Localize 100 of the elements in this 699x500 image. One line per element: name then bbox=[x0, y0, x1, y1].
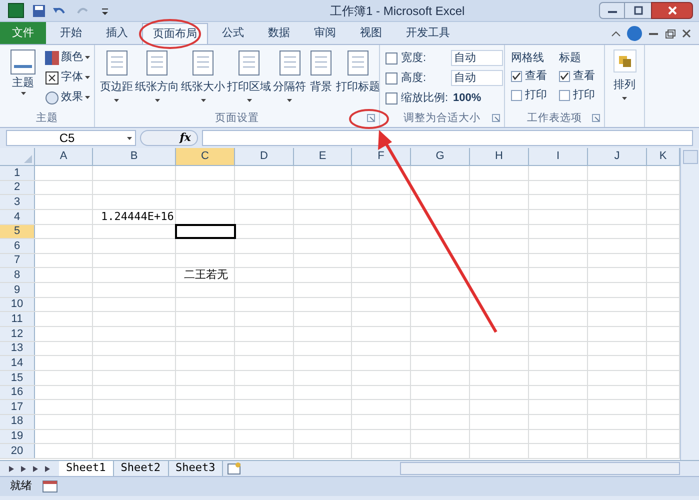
ribbon-tab[interactable]: 插入 bbox=[96, 23, 138, 44]
check-icon bbox=[512, 72, 521, 80]
column-header[interactable]: G bbox=[411, 148, 470, 165]
scale-field[interactable]: 自动 bbox=[451, 70, 503, 86]
column-header[interactable]: I bbox=[529, 148, 588, 165]
option-checkbox[interactable]: 查看 bbox=[559, 68, 595, 84]
option-checkbox[interactable]: 查看 bbox=[511, 68, 547, 84]
dialog-launcher-icon bbox=[367, 114, 375, 122]
row-header[interactable]: 13 bbox=[0, 342, 35, 356]
dialog-launcher-icon bbox=[492, 114, 500, 122]
option-checkbox[interactable]: 打印 bbox=[559, 87, 595, 103]
insert-sheet-icon bbox=[227, 462, 242, 476]
arrange-icon bbox=[612, 49, 636, 73]
name-box[interactable]: C5 bbox=[6, 130, 136, 146]
checkbox[interactable] bbox=[511, 90, 522, 100]
minimize-button[interactable] bbox=[599, 2, 625, 19]
row-header[interactable]: 18 bbox=[0, 414, 35, 429]
close-button[interactable] bbox=[651, 2, 693, 19]
caret-icon bbox=[20, 92, 26, 94]
scale-label: 缩放比例: bbox=[401, 90, 450, 106]
themes-button[interactable]: 主题 bbox=[4, 49, 42, 111]
scale-field[interactable]: 100% bbox=[451, 90, 491, 106]
column-header[interactable]: C bbox=[176, 148, 235, 165]
excel-logo-icon bbox=[8, 3, 24, 18]
cell[interactable]: 1.24444E+16 bbox=[93, 210, 176, 224]
help-icon[interactable] bbox=[627, 26, 642, 41]
ribbon-tab[interactable]: 审阅 bbox=[304, 23, 346, 44]
scale-field[interactable]: 自动 bbox=[451, 50, 503, 66]
row-header[interactable]: 16 bbox=[0, 386, 35, 400]
row-header[interactable]: 10 bbox=[0, 298, 35, 312]
column-header[interactable]: A bbox=[35, 148, 93, 165]
cell-text: 1.24444E+16 bbox=[100, 208, 174, 224]
column-header[interactable]: E bbox=[294, 148, 352, 165]
row-header[interactable]: 14 bbox=[0, 356, 35, 370]
formula-input[interactable] bbox=[202, 130, 693, 146]
option-checkbox[interactable]: 打印 bbox=[511, 87, 547, 103]
select-all-icon bbox=[24, 155, 32, 163]
row-header[interactable]: 1 bbox=[0, 166, 35, 180]
row-header[interactable]: 2 bbox=[0, 180, 35, 194]
customize-icon bbox=[100, 6, 110, 16]
row-header[interactable]: 9 bbox=[0, 283, 35, 297]
checkbox[interactable] bbox=[559, 90, 570, 100]
margins-icon bbox=[104, 49, 130, 77]
page-setup-button[interactable]: 打印标题 bbox=[336, 49, 380, 111]
row-header[interactable]: 7 bbox=[0, 254, 35, 268]
caret-icon bbox=[127, 136, 132, 140]
cell-text: 二王若无 bbox=[183, 267, 228, 284]
row-header[interactable]: 12 bbox=[0, 327, 35, 341]
row-header[interactable]: 17 bbox=[0, 400, 35, 414]
row-header[interactable]: 5 bbox=[0, 224, 35, 238]
row-header[interactable]: 3 bbox=[0, 195, 35, 209]
scale-icon bbox=[385, 92, 398, 104]
checkbox[interactable] bbox=[559, 70, 570, 82]
cell[interactable]: 二王若无 bbox=[176, 268, 235, 282]
scale-icon bbox=[385, 72, 398, 84]
maximize-button[interactable] bbox=[625, 2, 651, 19]
group-label: 调整为合适大小 bbox=[404, 111, 480, 126]
ribbon-tab[interactable]: 数据 bbox=[258, 23, 300, 44]
horizontal-scrollbar[interactable] bbox=[400, 462, 680, 475]
group-label: 工作表选项 bbox=[527, 111, 582, 126]
page-setup-button[interactable]: 打印区域 bbox=[227, 49, 271, 111]
page-setup-button[interactable]: 纸张方向 bbox=[135, 49, 179, 111]
sheet-tab[interactable]: Sheet1 bbox=[59, 461, 114, 476]
ribbon-tab[interactable]: 视图 bbox=[350, 23, 392, 44]
theme-option-button[interactable]: 效果 bbox=[45, 89, 90, 106]
ribbon-tab[interactable]: 公式 bbox=[212, 23, 254, 44]
ribbon-tab[interactable]: 页面布局 bbox=[142, 23, 208, 44]
page-setup-button[interactable]: 页边距 bbox=[100, 49, 133, 111]
caret-icon bbox=[85, 76, 90, 79]
insert-function-button[interactable]: fx bbox=[140, 130, 198, 146]
vertical-scrollbar[interactable] bbox=[680, 148, 699, 460]
row-header[interactable]: 19 bbox=[0, 430, 35, 444]
arrange-button[interactable]: 排列 bbox=[605, 45, 645, 127]
background-icon bbox=[308, 49, 334, 77]
theme-option-button[interactable]: 颜色 bbox=[45, 49, 90, 66]
row-header[interactable]: 8 bbox=[0, 268, 35, 282]
caret-icon bbox=[85, 56, 90, 59]
page-setup-button[interactable]: 分隔符 bbox=[273, 49, 306, 111]
active-cell[interactable] bbox=[176, 224, 235, 238]
ribbon-tab[interactable]: 文件 bbox=[0, 22, 46, 44]
column-header[interactable]: D bbox=[235, 148, 294, 165]
ribbon-tab[interactable]: 开发工具 bbox=[396, 23, 460, 44]
option-heading: 标题 bbox=[559, 51, 582, 65]
check-icon bbox=[560, 72, 569, 80]
column-header[interactable]: H bbox=[470, 148, 529, 165]
page-setup-button[interactable]: 纸张大小 bbox=[181, 49, 225, 111]
theme-option-button[interactable]: 字体 bbox=[45, 69, 90, 86]
row-header[interactable]: 15 bbox=[0, 370, 35, 385]
scale-icon bbox=[385, 52, 398, 64]
row-header[interactable]: 4 bbox=[0, 210, 35, 224]
row-header[interactable]: 11 bbox=[0, 312, 35, 326]
row-header[interactable]: 6 bbox=[0, 239, 35, 253]
sheet-tab[interactable]: Sheet3 bbox=[168, 461, 224, 476]
column-header[interactable]: J bbox=[588, 148, 647, 165]
close-icon bbox=[668, 6, 676, 15]
row-header[interactable]: 20 bbox=[0, 444, 35, 458]
checkbox[interactable] bbox=[511, 70, 522, 82]
sheet-tab[interactable]: Sheet2 bbox=[114, 461, 168, 476]
page-setup-button[interactable]: 背景 bbox=[308, 49, 334, 111]
ribbon-tab[interactable]: 开始 bbox=[50, 23, 92, 44]
